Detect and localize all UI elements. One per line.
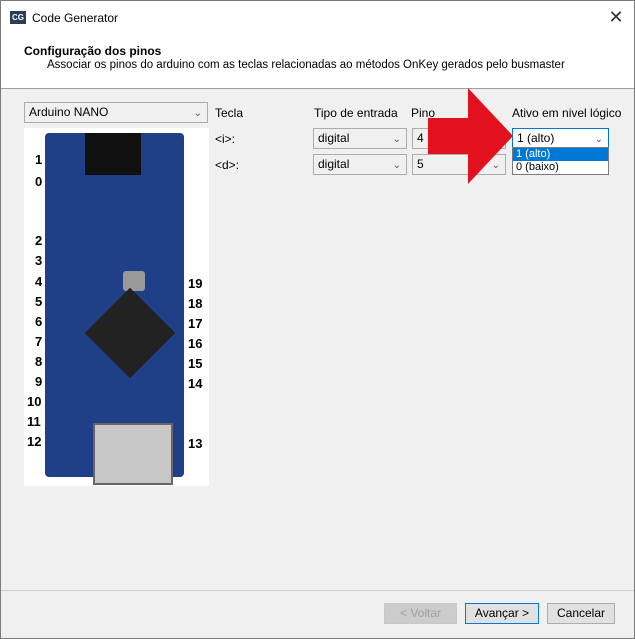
pin-label: 7 <box>35 334 43 349</box>
footer-separator <box>1 590 634 591</box>
pin-label: 12 <box>27 434 42 449</box>
ativo-dropdown-list: 1 (alto) 0 (baixo) <box>512 147 609 175</box>
close-icon[interactable]: ✕ <box>606 8 626 28</box>
pin-label: 15 <box>188 356 203 371</box>
pin-label: 3 <box>35 253 43 268</box>
tipo-select-value: digital <box>318 131 350 145</box>
title-bar: CG Code Generator ✕ <box>1 1 634 34</box>
reset-button-graphic <box>123 271 145 291</box>
row-tecla-label: <d>: <box>215 158 240 172</box>
pin-label: 14 <box>188 376 203 391</box>
back-button[interactable]: < Voltar <box>384 603 457 624</box>
ativo-select[interactable]: 1 (alto) ⌄ <box>512 128 609 149</box>
code-generator-window: CG Code Generator ✕ Configuração dos pin… <box>0 0 635 639</box>
column-tecla: Tecla <box>215 106 244 120</box>
page-title: Configuração dos pinos <box>24 44 162 58</box>
pin-label: 2 <box>35 233 43 248</box>
pin-label: 17 <box>188 316 203 331</box>
pin-label: 9 <box>35 374 43 389</box>
ativo-select-value: 1 (alto) <box>517 131 555 145</box>
pin-label: 11 <box>27 414 41 429</box>
column-tipo: Tipo de entrada <box>314 106 398 120</box>
tipo-select-value: digital <box>318 157 350 171</box>
tipo-select[interactable]: digital ⌄ <box>313 154 407 175</box>
dropdown-option[interactable]: 1 (alto) <box>513 148 608 161</box>
pin-label: 19 <box>188 276 203 291</box>
pin-label: 13 <box>188 436 203 451</box>
pcb <box>45 133 184 485</box>
chevron-down-icon: ⌄ <box>193 108 202 119</box>
pin-label: 5 <box>35 294 43 309</box>
pin-label: 16 <box>188 336 203 351</box>
pin-label: 6 <box>35 314 43 329</box>
pin-label: 8 <box>35 354 43 369</box>
app-icon: CG <box>10 11 26 24</box>
red-arrow-icon <box>428 88 513 184</box>
row-tecla-label: <i>: <box>215 132 236 146</box>
pin-label: 4 <box>35 274 43 289</box>
red-arrow-shape <box>428 88 513 184</box>
icsp-header <box>85 133 141 175</box>
pin-label: 10 <box>27 394 42 409</box>
chevron-down-icon: ⌄ <box>392 134 401 145</box>
pin-label: 1 <box>35 152 43 167</box>
window-title: Code Generator <box>32 11 119 25</box>
column-ativo: Ativo em nivel lógico <box>512 106 622 120</box>
arduino-board-image: 1 0 2 3 4 5 6 7 8 9 10 11 12 19 18 17 16… <box>24 128 209 486</box>
board-select[interactable]: Arduino NANO ⌄ <box>24 102 208 123</box>
chevron-down-icon: ⌄ <box>392 160 401 171</box>
usb-connector <box>93 423 173 485</box>
next-button[interactable]: Avançar > <box>465 603 539 624</box>
wizard-header: Configuração dos pinos Associar os pinos… <box>1 34 634 89</box>
mcu-chip <box>84 287 176 379</box>
pin-label: 0 <box>35 174 43 189</box>
pin-label: 18 <box>188 296 203 311</box>
board-select-value: Arduino NANO <box>29 105 109 119</box>
cancel-button[interactable]: Cancelar <box>547 603 615 624</box>
page-subtitle: Associar os pinos do arduino com as tecl… <box>47 59 565 71</box>
dropdown-option[interactable]: 0 (baixo) <box>513 161 608 174</box>
tipo-select[interactable]: digital ⌄ <box>313 128 407 149</box>
